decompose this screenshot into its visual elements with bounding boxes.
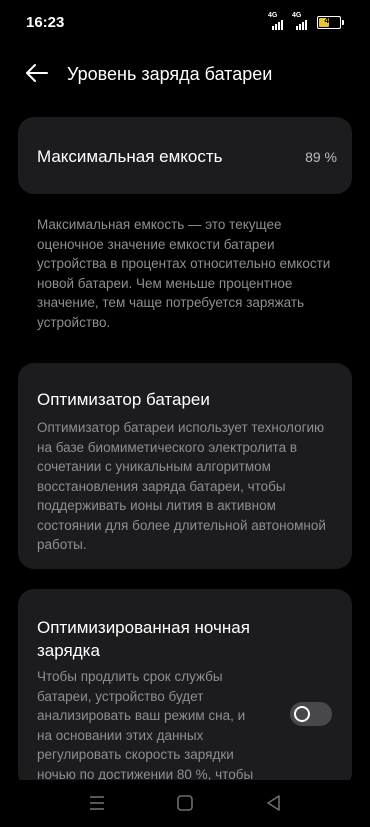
battery-level: 45 [324,16,334,25]
battery-optimizer-title: Оптимизатор батареи [37,390,210,409]
recent-apps-icon[interactable] [85,793,109,813]
battery-optimizer-card: Оптимизатор батареи Оптимизатор батареи … [18,363,352,569]
navigation-bar [0,780,370,827]
signal-icon-sim2: 4G [292,12,314,30]
max-capacity-card: Максимальная емкость 89 % [18,117,352,194]
max-capacity-description: Максимальная емкость — это текущее оцено… [37,217,331,330]
battery-optimizer-description: Оптимизатор батареи использует технологи… [37,420,326,552]
status-bar: 16:23 4G 4G 45 [0,0,370,44]
arrow-left-icon[interactable] [24,62,50,84]
max-capacity-value: 89 % [305,149,337,165]
night-charging-description: Чтобы продлить срок службы батареи, устр… [37,669,254,782]
toggle-knob [294,706,310,722]
page-title: Уровень заряда батареи [67,64,273,84]
battery-icon: 45 [317,16,344,29]
home-icon[interactable] [173,793,197,813]
max-capacity-label: Максимальная емкость [37,147,223,166]
back-triangle-icon[interactable] [262,793,286,813]
night-charging-title: Оптимизированная ночная зарядка [37,618,250,660]
signal-icon-sim1: 4G [268,12,290,30]
status-time: 16:23 [26,14,65,31]
night-charging-card: Оптимизированная ночная зарядка Чтобы пр… [18,589,352,789]
night-charging-toggle[interactable] [290,702,332,726]
page-header: Уровень заряда батареи [0,52,370,96]
